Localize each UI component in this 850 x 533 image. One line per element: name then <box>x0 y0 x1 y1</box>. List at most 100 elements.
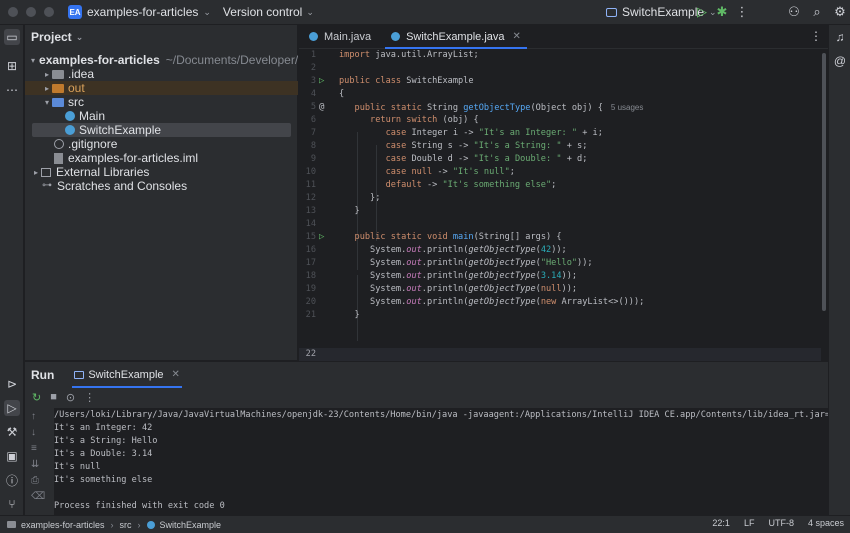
soft-wrap-icon[interactable]: ≡ <box>31 443 37 454</box>
console-line: It's null <box>54 462 101 472</box>
run-tool-icon[interactable]: ▷ <box>4 400 20 416</box>
caret-position[interactable]: 22:1 <box>712 518 730 528</box>
tree-item-label: src <box>68 95 84 109</box>
structure-icon[interactable]: ⊞ <box>4 58 20 74</box>
folder-icon[interactable]: ▭ <box>4 29 20 45</box>
java-class-icon <box>65 111 75 121</box>
indent-setting[interactable]: 4 spaces <box>808 518 844 528</box>
rerun-icon[interactable]: ↻ <box>32 391 41 404</box>
breadcrumb-item[interactable]: src <box>120 520 132 530</box>
console-line: It's something else <box>54 475 153 485</box>
tree-item-iml[interactable]: examples-for-articles.iml <box>25 151 298 165</box>
maximize-window-button[interactable] <box>44 7 54 17</box>
print-icon[interactable]: ⎙ <box>31 475 39 486</box>
close-icon[interactable]: ✕ <box>513 31 521 42</box>
run-class-gutter-icon[interactable]: ▷ <box>319 75 329 88</box>
notifications-bell-icon[interactable]: ♫ <box>832 29 848 45</box>
camera-icon[interactable]: ⊙ <box>66 391 75 404</box>
line-number: 1 <box>310 50 316 60</box>
tree-item-scratches[interactable]: ⊶ Scratches and Consoles <box>25 179 298 193</box>
scroll-down-icon[interactable]: ↓ <box>31 427 36 438</box>
more-tabs-icon[interactable]: ⋮ <box>810 29 822 43</box>
more-tools-icon[interactable]: ⋯ <box>4 82 20 98</box>
git-branch-icon[interactable]: ⑂ <box>4 496 20 512</box>
tree-item-root[interactable]: ▾ examples-for-articles ~/Documents/Deve… <box>25 53 298 67</box>
code-line-7: case Integer i -> "It's an Integer: " + … <box>385 128 603 138</box>
run-panel-title: Run <box>31 367 55 382</box>
code-area[interactable]: 1 2 3 4 5 6 7 8 9 10 11 12 13 14 15 16 1… <box>299 49 828 385</box>
tree-item-out[interactable]: ▸ out <box>25 81 298 95</box>
run-main-gutter-icon[interactable]: ▷ <box>319 231 329 244</box>
java-class-icon <box>391 32 401 41</box>
tab-label: Main.java <box>324 30 372 43</box>
overrides-gutter-icon[interactable]: @ <box>319 101 329 114</box>
tree-item-switchexample[interactable]: SwitchExample <box>32 123 291 137</box>
project-switcher[interactable]: EA examples-for-articles ⌄ <box>68 5 211 19</box>
status-widgets: 22:1 LF UTF-8 4 spaces <box>712 518 844 528</box>
breadcrumb-item[interactable]: examples-for-articles <box>21 520 105 530</box>
root-path: ~/Documents/Developer/daily-blog/java_ar <box>165 53 298 67</box>
project-name: examples-for-articles <box>87 5 199 19</box>
tree-item-external-libraries[interactable]: ▸ External Libraries <box>25 165 298 179</box>
tree-item-main[interactable]: Main <box>25 109 298 123</box>
debug-icon[interactable]: ✱ <box>714 4 730 20</box>
code-line-8: case String s -> "It's a String: " + s; <box>385 141 588 151</box>
collapsed-arrow-icon[interactable]: ▸ <box>42 70 52 79</box>
code-line-10: case null -> "It's null"; <box>385 167 515 177</box>
tree-item-label: out <box>68 81 85 95</box>
project-badge: EA <box>68 5 82 19</box>
problems-icon[interactable]: ⓘ <box>4 472 20 488</box>
code-line-1: import java.util.ArrayList; <box>339 50 479 60</box>
services-icon[interactable]: ⊳ <box>4 376 20 392</box>
minimize-window-button[interactable] <box>26 7 36 17</box>
collapsed-arrow-icon[interactable]: ▸ <box>42 84 52 93</box>
line-number: 10 <box>305 167 316 177</box>
vertical-scrollbar[interactable] <box>822 53 826 311</box>
right-tool-window-bar: ♫ @ <box>828 25 850 515</box>
tree-item-src[interactable]: ▾ src <box>25 95 298 109</box>
console-output[interactable]: /Users/loki/Library/Java/JavaVirtualMach… <box>54 408 828 516</box>
ai-assistant-icon[interactable]: @ <box>832 53 848 69</box>
code-line-12: }; <box>339 193 381 203</box>
close-icon[interactable]: ✕ <box>172 369 180 380</box>
usages-hint[interactable]: 5 usages <box>611 103 643 112</box>
build-hammer-icon[interactable]: ⚒ <box>4 424 20 440</box>
chevron-down-icon: ⌄ <box>306 6 314 17</box>
file-encoding[interactable]: UTF-8 <box>768 518 794 528</box>
tree-item-label: .idea <box>68 67 95 81</box>
line-number: 13 <box>305 206 316 216</box>
search-icon[interactable]: ⌕ <box>809 4 825 20</box>
scroll-to-end-icon[interactable]: ⇊ <box>31 459 39 470</box>
more-actions-icon[interactable]: ⋮ <box>84 391 95 404</box>
add-user-icon[interactable]: ⚇ <box>786 4 802 20</box>
gear-icon[interactable]: ⚙ <box>832 4 848 20</box>
more-actions-icon[interactable]: ⋮ <box>734 4 750 20</box>
line-number: 6 <box>310 115 316 125</box>
line-separator[interactable]: LF <box>744 518 755 528</box>
trash-icon[interactable]: ⌫ <box>31 491 45 502</box>
tab-main-java[interactable]: Main.java <box>299 25 381 48</box>
version-control-menu[interactable]: Version control ⌄ <box>223 5 314 19</box>
tree-item-label: examples-for-articles.iml <box>68 151 199 165</box>
tab-run-switchexample[interactable]: SwitchExample ✕ <box>66 363 188 388</box>
tree-item-idea[interactable]: ▸ .idea <box>25 67 298 81</box>
tab-switchexample-java[interactable]: SwitchExample.java ✕ <box>381 25 531 49</box>
breadcrumb-item[interactable]: SwitchExample <box>160 520 222 530</box>
project-panel-header[interactable]: Project ⌄ <box>25 25 297 49</box>
line-number: 22 <box>305 349 316 359</box>
close-window-button[interactable] <box>8 7 18 17</box>
collapsed-arrow-icon[interactable]: ▸ <box>31 168 41 177</box>
tree-item-label: Scratches and Consoles <box>57 179 188 193</box>
chevron-down-icon: ⌄ <box>203 6 211 17</box>
scroll-up-icon[interactable]: ↑ <box>31 411 36 422</box>
stop-icon[interactable]: ■ <box>50 391 57 403</box>
expanded-arrow-icon[interactable]: ▾ <box>31 56 35 65</box>
status-bar: examples-for-articles › src › SwitchExam… <box>0 515 850 533</box>
run-icon[interactable]: ▷ <box>694 4 710 20</box>
tree-item-gitignore[interactable]: .gitignore <box>25 137 298 151</box>
expanded-arrow-icon[interactable]: ▾ <box>42 98 52 107</box>
line-number: 11 <box>305 180 316 190</box>
line-number: 8 <box>310 141 316 151</box>
code-line-5: public static String getObjectType(Objec… <box>354 103 644 113</box>
terminal-icon[interactable]: ▣ <box>4 448 20 464</box>
